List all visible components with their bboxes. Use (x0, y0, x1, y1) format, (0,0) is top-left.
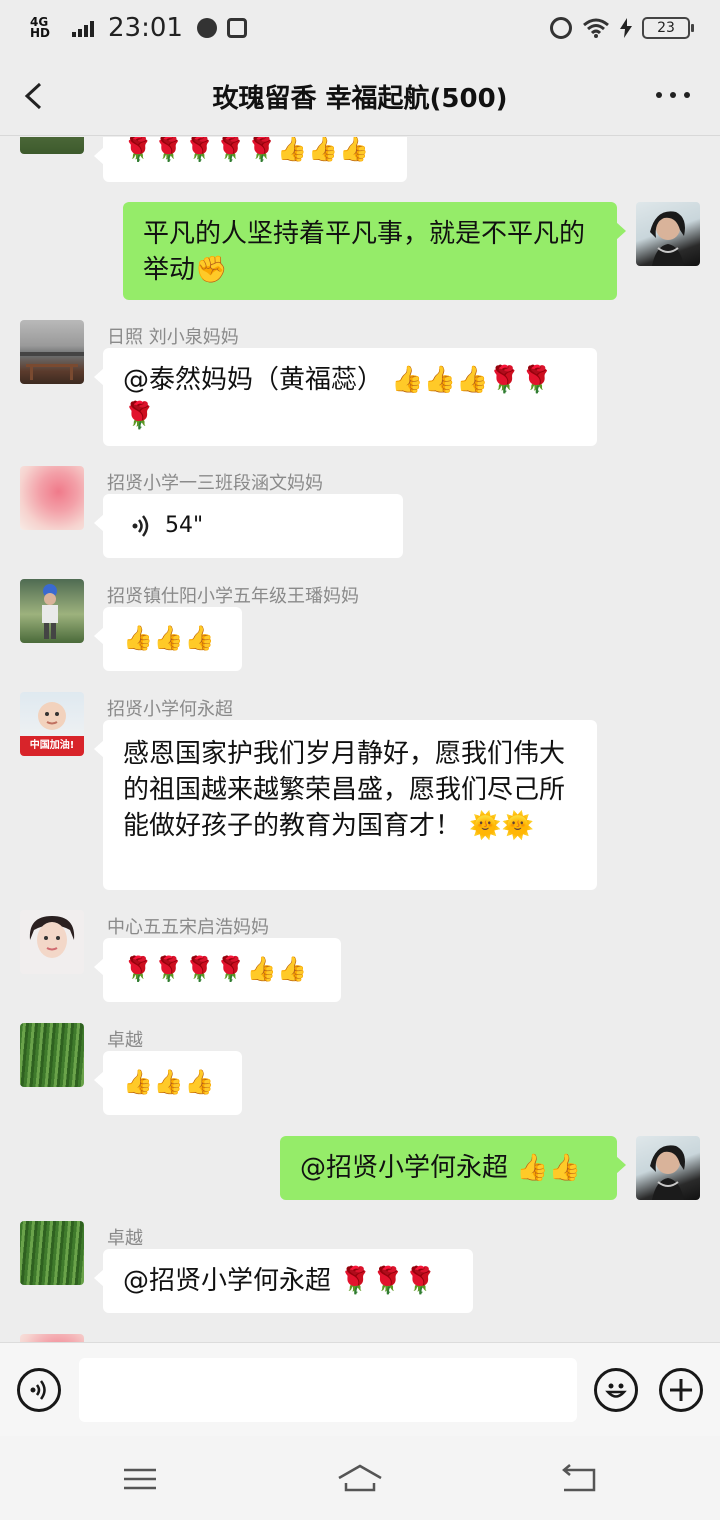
status-bar: 4G HD 23:01 23 (0, 0, 720, 56)
sender-name: 招贤小学何永超 (107, 699, 233, 720)
message-bubble[interactable]: 🌹🌹🌹🌹🌹👍👍👍 (94, 137, 407, 182)
message-bubble[interactable]: 👍👍👍 (94, 607, 242, 671)
input-bar (0, 1342, 720, 1436)
system-navigation (0, 1436, 720, 1520)
message-bubble[interactable]: 👍👍👍 (94, 1051, 242, 1115)
avatar[interactable] (636, 1136, 700, 1200)
voice-playback-icon (132, 515, 149, 537)
message-bubble[interactable]: @招贤小学何永超 🌹🌹🌹 (94, 1249, 473, 1313)
avatar[interactable] (20, 1221, 84, 1285)
emoji-icon[interactable] (594, 1368, 638, 1412)
message-bubble[interactable]: 感恩国家护我们岁月静好，愿我们伟大的祖国越来越繁荣昌盛，愿我们尽己所能做好孩子的… (94, 720, 597, 890)
avatar[interactable] (20, 910, 84, 974)
sender-name: 招贤镇仕阳小学五年级王璠妈妈 (107, 586, 359, 607)
avatar[interactable] (20, 137, 84, 154)
voice-message[interactable]: 54" (94, 494, 403, 558)
message-bubble[interactable]: @招贤小学何永超 👍👍 (280, 1136, 626, 1200)
voice-mode-icon[interactable] (17, 1368, 61, 1412)
back-icon[interactable] (558, 1462, 598, 1496)
more-icon[interactable] (656, 92, 690, 98)
message-bubble[interactable]: 🌹🌹🌹🌹👍👍 (94, 938, 341, 1002)
avatar[interactable] (636, 202, 700, 266)
chat-header: 玫瑰留香 幸福起航(500) (0, 56, 720, 136)
avatar[interactable]: 中国加油! (20, 692, 84, 756)
battery-icon: 23 (642, 17, 694, 39)
network-indicator: 4G HD (30, 15, 51, 40)
sender-name: 卓越 (107, 1030, 143, 1051)
avatar[interactable] (20, 320, 84, 384)
signal-icon (72, 21, 94, 37)
chat-title: 玫瑰留香 幸福起航(500) (212, 84, 508, 114)
database-icon (226, 18, 247, 38)
voice-duration: 54" (165, 513, 204, 538)
plus-icon[interactable] (659, 1368, 703, 1412)
message-list[interactable]: 🌹🌹🌹🌹🌹👍👍👍 平凡的人坚持着平凡事，就是不平凡的举动✊ 日照 刘小泉妈妈 @… (0, 137, 720, 1342)
avatar[interactable] (20, 1334, 84, 1342)
avatar[interactable] (20, 579, 84, 643)
avatar[interactable] (20, 1023, 84, 1087)
charging-icon (620, 18, 632, 38)
status-time: 23:01 (108, 13, 183, 43)
browser-icon (196, 18, 217, 38)
avatar[interactable] (20, 466, 84, 530)
wifi-icon (583, 18, 609, 38)
sender-name: 卓越 (107, 1228, 143, 1249)
home-icon[interactable] (336, 1462, 384, 1496)
message-bubble[interactable]: @泰然妈妈（黄福蕊） 👍👍👍🌹🌹🌹 (94, 348, 597, 446)
message-bubble[interactable]: 平凡的人坚持着平凡事，就是不平凡的举动✊ (123, 202, 626, 300)
alarm-icon (550, 17, 572, 39)
message-input[interactable] (79, 1358, 577, 1422)
avatar-badge: 中国加油! (29, 740, 75, 751)
sender-name: 中心五五宋启浩妈妈 (107, 917, 269, 938)
menu-icon[interactable] (120, 1462, 160, 1496)
sender-name: 日照 刘小泉妈妈 (107, 327, 239, 348)
sender-name: 招贤小学一三班段涵文妈妈 (107, 473, 323, 494)
